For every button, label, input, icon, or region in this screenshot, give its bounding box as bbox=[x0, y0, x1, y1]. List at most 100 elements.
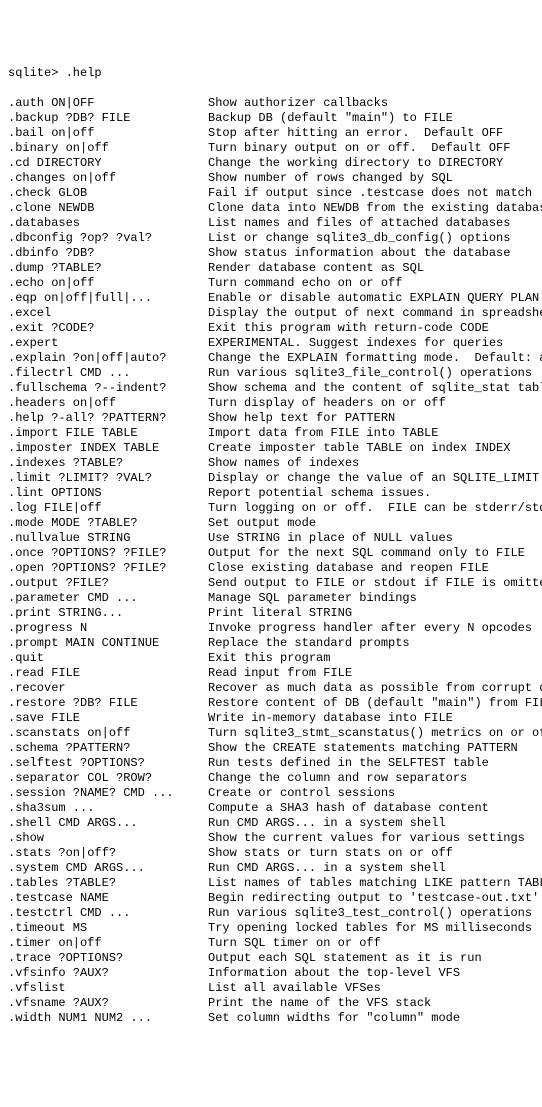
help-line: .filectrl CMD ...Run various sqlite3_fil… bbox=[8, 366, 534, 381]
help-command: .tables ?TABLE? bbox=[8, 876, 208, 891]
help-command: .vfsinfo ?AUX? bbox=[8, 966, 208, 981]
help-command: .timer on|off bbox=[8, 936, 208, 951]
help-line: .vfsinfo ?AUX?Information about the top-… bbox=[8, 966, 534, 981]
help-command: .auth ON|OFF bbox=[8, 96, 208, 111]
help-description: Turn display of headers on or off bbox=[208, 396, 534, 411]
help-command: .dump ?TABLE? bbox=[8, 261, 208, 276]
help-line: .databasesList names and files of attach… bbox=[8, 216, 534, 231]
help-description: List names and files of attached databas… bbox=[208, 216, 534, 231]
help-description: Turn binary output on or off. Default OF… bbox=[208, 141, 534, 156]
help-command: .log FILE|off bbox=[8, 501, 208, 516]
help-line: .shell CMD ARGS...Run CMD ARGS... in a s… bbox=[8, 816, 534, 831]
help-line: .echo on|offTurn command echo on or off bbox=[8, 276, 534, 291]
help-line: .sha3sum ...Compute a SHA3 hash of datab… bbox=[8, 801, 534, 816]
help-line: .stats ?on|off?Show stats or turn stats … bbox=[8, 846, 534, 861]
help-command: .backup ?DB? FILE bbox=[8, 111, 208, 126]
help-description: Turn command echo on or off bbox=[208, 276, 534, 291]
help-command: .echo on|off bbox=[8, 276, 208, 291]
help-description: Show the CREATE statements matching PATT… bbox=[208, 741, 534, 756]
help-line: .once ?OPTIONS? ?FILE?Output for the nex… bbox=[8, 546, 534, 561]
help-line: .schema ?PATTERN?Show the CREATE stateme… bbox=[8, 741, 534, 756]
help-line: .import FILE TABLEImport data from FILE … bbox=[8, 426, 534, 441]
help-command: .shell CMD ARGS... bbox=[8, 816, 208, 831]
help-command: .testcase NAME bbox=[8, 891, 208, 906]
help-description: Fail if output since .testcase does not … bbox=[208, 186, 534, 201]
help-description: Set output mode bbox=[208, 516, 534, 531]
help-description: Compute a SHA3 hash of database content bbox=[208, 801, 534, 816]
help-line: .separator COL ?ROW?Change the column an… bbox=[8, 771, 534, 786]
help-command: .mode MODE ?TABLE? bbox=[8, 516, 208, 531]
help-command: .print STRING... bbox=[8, 606, 208, 621]
help-line: .lint OPTIONSReport potential schema iss… bbox=[8, 486, 534, 501]
help-command: .nullvalue STRING bbox=[8, 531, 208, 546]
help-description: Set column widths for "column" mode bbox=[208, 1011, 534, 1026]
help-line: .exit ?CODE?Exit this program with retur… bbox=[8, 321, 534, 336]
help-command: .once ?OPTIONS? ?FILE? bbox=[8, 546, 208, 561]
help-command: .limit ?LIMIT? ?VAL? bbox=[8, 471, 208, 486]
help-command: .session ?NAME? CMD ... bbox=[8, 786, 208, 801]
help-command: .exit ?CODE? bbox=[8, 321, 208, 336]
help-description: Turn SQL timer on or off bbox=[208, 936, 534, 951]
help-command: .system CMD ARGS... bbox=[8, 861, 208, 876]
help-command: .lint OPTIONS bbox=[8, 486, 208, 501]
help-command: .open ?OPTIONS? ?FILE? bbox=[8, 561, 208, 576]
help-description: Replace the standard prompts bbox=[208, 636, 534, 651]
help-line: .restore ?DB? FILERestore content of DB … bbox=[8, 696, 534, 711]
help-description: Create or control sessions bbox=[208, 786, 534, 801]
help-line: .selftest ?OPTIONS?Run tests defined in … bbox=[8, 756, 534, 771]
help-line: .check GLOBFail if output since .testcas… bbox=[8, 186, 534, 201]
help-description: Manage SQL parameter bindings bbox=[208, 591, 534, 606]
help-command: .width NUM1 NUM2 ... bbox=[8, 1011, 208, 1026]
help-command: .trace ?OPTIONS? bbox=[8, 951, 208, 966]
help-description: Enable or disable automatic EXPLAIN QUER… bbox=[208, 291, 539, 306]
help-description: Use STRING in place of NULL values bbox=[208, 531, 534, 546]
help-description: List all available VFSes bbox=[208, 981, 534, 996]
help-command: .databases bbox=[8, 216, 208, 231]
help-line: .timer on|offTurn SQL timer on or off bbox=[8, 936, 534, 951]
help-line: .session ?NAME? CMD ...Create or control… bbox=[8, 786, 534, 801]
help-line: .system CMD ARGS...Run CMD ARGS... in a … bbox=[8, 861, 534, 876]
help-description: Write in-memory database into FILE bbox=[208, 711, 534, 726]
help-command: .binary on|off bbox=[8, 141, 208, 156]
help-description: Recover as much data as possible from co… bbox=[208, 681, 542, 696]
help-description: Run tests defined in the SELFTEST table bbox=[208, 756, 534, 771]
help-command: .dbinfo ?DB? bbox=[8, 246, 208, 261]
help-command: .headers on|off bbox=[8, 396, 208, 411]
help-description: Show stats or turn stats on or off bbox=[208, 846, 534, 861]
help-command: .fullschema ?--indent? bbox=[8, 381, 208, 396]
help-line: .vfsname ?AUX?Print the name of the VFS … bbox=[8, 996, 534, 1011]
sqlite-prompt-line: sqlite> .help bbox=[8, 66, 534, 81]
help-line: .eqp on|off|full|...Enable or disable au… bbox=[8, 291, 534, 306]
help-description: Information about the top-level VFS bbox=[208, 966, 534, 981]
help-description: Create imposter table TABLE on index IND… bbox=[208, 441, 534, 456]
help-description: Show names of indexes bbox=[208, 456, 534, 471]
help-line: .indexes ?TABLE?Show names of indexes bbox=[8, 456, 534, 471]
help-line: .vfslistList all available VFSes bbox=[8, 981, 534, 996]
help-command: .indexes ?TABLE? bbox=[8, 456, 208, 471]
help-line: .output ?FILE?Send output to FILE or std… bbox=[8, 576, 534, 591]
help-line: .dbinfo ?DB?Show status information abou… bbox=[8, 246, 534, 261]
help-description: Render database content as SQL bbox=[208, 261, 534, 276]
help-description: Show status information about the databa… bbox=[208, 246, 534, 261]
help-command: .testctrl CMD ... bbox=[8, 906, 208, 921]
help-command: .save FILE bbox=[8, 711, 208, 726]
help-description: Clone data into NEWDB from the existing … bbox=[208, 201, 542, 216]
help-line: .width NUM1 NUM2 ...Set column widths fo… bbox=[8, 1011, 534, 1026]
help-command: .timeout MS bbox=[8, 921, 208, 936]
help-command: .sha3sum ... bbox=[8, 801, 208, 816]
help-description: Exit this program with return-code CODE bbox=[208, 321, 534, 336]
help-command: .read FILE bbox=[8, 666, 208, 681]
help-line: .progress NInvoke progress handler after… bbox=[8, 621, 534, 636]
help-description: List names of tables matching LIKE patte… bbox=[208, 876, 542, 891]
help-line: .excelDisplay the output of next command… bbox=[8, 306, 534, 321]
help-description: Import data from FILE into TABLE bbox=[208, 426, 534, 441]
help-description: Run various sqlite3_test_control() opera… bbox=[208, 906, 534, 921]
help-command: .scanstats on|off bbox=[8, 726, 208, 741]
help-description: Try opening locked tables for MS millise… bbox=[208, 921, 534, 936]
help-command: .schema ?PATTERN? bbox=[8, 741, 208, 756]
help-description: Print literal STRING bbox=[208, 606, 534, 621]
help-command: .selftest ?OPTIONS? bbox=[8, 756, 208, 771]
help-line: .testctrl CMD ...Run various sqlite3_tes… bbox=[8, 906, 534, 921]
help-command: .filectrl CMD ... bbox=[8, 366, 208, 381]
help-command: .restore ?DB? FILE bbox=[8, 696, 208, 711]
